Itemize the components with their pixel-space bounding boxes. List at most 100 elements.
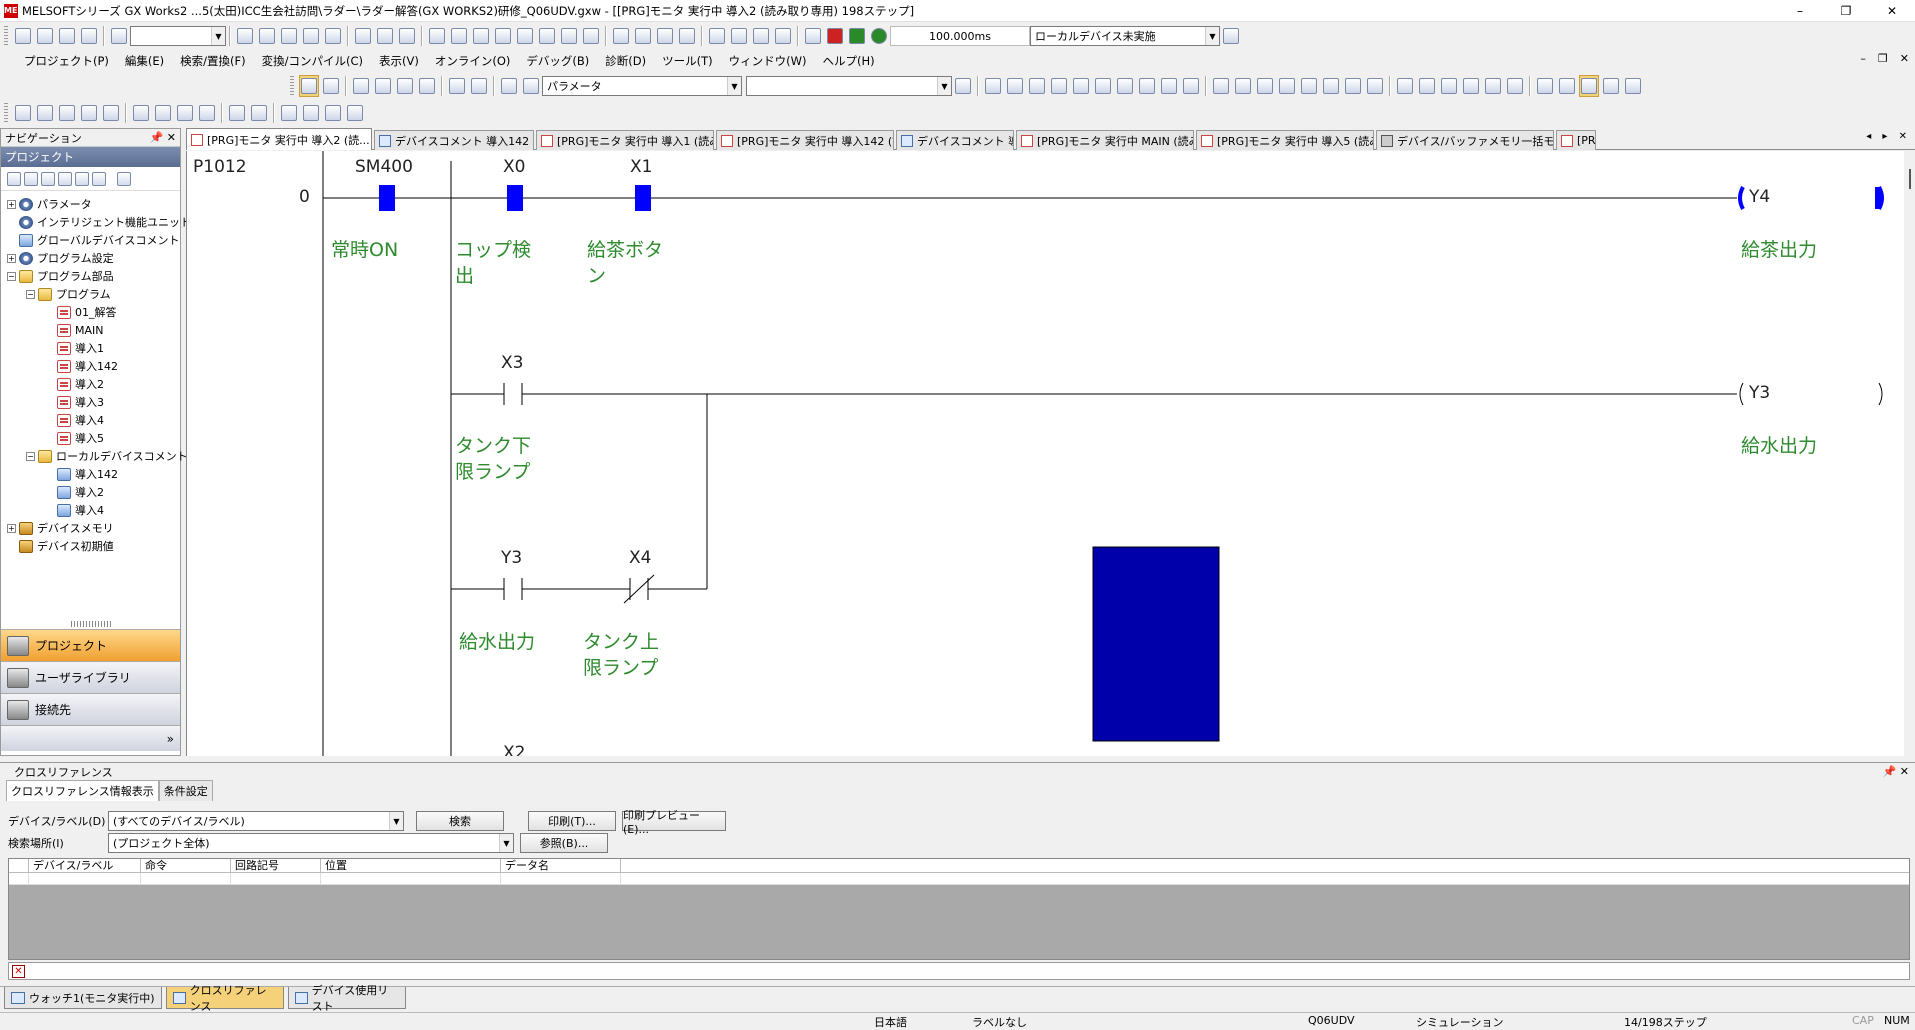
tree-item[interactable]: インテリジェント機能ユニット bbox=[7, 213, 191, 231]
column-instruction[interactable]: 命令 bbox=[141, 859, 231, 872]
tree-item[interactable]: 01_解答 bbox=[45, 303, 117, 321]
write-plc-button[interactable] bbox=[427, 25, 447, 47]
hline-f9-button[interactable] bbox=[1115, 75, 1135, 97]
end-button[interactable] bbox=[101, 102, 121, 124]
filter-icon[interactable] bbox=[117, 171, 131, 186]
mdi-minimize-button[interactable]: – bbox=[1860, 52, 1866, 65]
pin-icon[interactable]: 📌 ✕ bbox=[1883, 765, 1909, 778]
pin-icon[interactable]: 📌 ✕ bbox=[150, 131, 176, 144]
closed-contact-f6-button[interactable] bbox=[1027, 75, 1047, 97]
save-button[interactable] bbox=[57, 25, 77, 47]
delete-data-icon[interactable] bbox=[41, 171, 55, 186]
minimize-button[interactable]: – bbox=[1777, 0, 1823, 22]
tree-item[interactable]: + パラメータ bbox=[7, 195, 92, 213]
compile-button[interactable] bbox=[353, 25, 373, 47]
falling-pulse-button[interactable] bbox=[1233, 75, 1253, 97]
collapse-icon[interactable]: − bbox=[26, 289, 35, 299]
info-icon[interactable] bbox=[75, 171, 89, 186]
tree-item[interactable]: 導入3 bbox=[45, 393, 104, 411]
tree-item[interactable]: 導入1 bbox=[45, 339, 104, 357]
operation-result-falling-button[interactable] bbox=[1417, 75, 1437, 97]
parallel-closed-sf6-button[interactable] bbox=[1049, 75, 1069, 97]
binoculars-button[interactable] bbox=[521, 75, 541, 97]
toolbar-grip[interactable] bbox=[290, 76, 294, 96]
parallel-rising-button[interactable] bbox=[1255, 75, 1275, 97]
param-combo[interactable]: パラメータ ▼ bbox=[542, 76, 742, 96]
open-file-button[interactable] bbox=[35, 25, 55, 47]
device-label-combo[interactable]: (すべてのデバイス/ラベル) ▼ bbox=[108, 811, 404, 831]
convert-all-button[interactable] bbox=[249, 102, 269, 124]
column-device-label[interactable]: デバイス/ラベル bbox=[29, 859, 141, 872]
statement-button[interactable] bbox=[1483, 75, 1503, 97]
tab-document[interactable]: [PRG]モニタ 実行中 導入2 (読...✕ bbox=[186, 128, 372, 150]
tab-crossref[interactable]: クロスリファレンス bbox=[166, 984, 284, 1013]
print-button[interactable] bbox=[79, 25, 99, 47]
zoom-button[interactable] bbox=[1623, 75, 1643, 97]
inline-comment-button[interactable] bbox=[1461, 75, 1481, 97]
maximize-button[interactable]: ❐ bbox=[1823, 0, 1869, 22]
menu-debug[interactable]: デバッグ(B) bbox=[518, 53, 597, 69]
expand-icon[interactable]: + bbox=[7, 523, 16, 533]
menu-help[interactable]: ヘルプ(H) bbox=[814, 53, 882, 69]
tab-device-list[interactable]: デバイス使用リスト bbox=[288, 984, 406, 1013]
simulator-button[interactable] bbox=[581, 25, 601, 47]
watch-button[interactable] bbox=[633, 25, 653, 47]
zoom-in-button[interactable] bbox=[707, 25, 727, 47]
connection-button[interactable] bbox=[1221, 25, 1241, 47]
run-button[interactable] bbox=[825, 25, 845, 47]
table-row[interactable] bbox=[9, 873, 1909, 885]
tab-document[interactable]: デバイス/バッファメモリ一括モニタ-1 (... bbox=[1376, 130, 1554, 150]
falling-closed-button[interactable] bbox=[1321, 75, 1341, 97]
copy-button[interactable] bbox=[257, 25, 277, 47]
delete-column-button[interactable] bbox=[79, 102, 99, 124]
tab-condition-settings[interactable]: 条件設定 bbox=[158, 780, 213, 801]
search-button[interactable]: 検索 bbox=[416, 811, 504, 831]
toolbar-grip[interactable] bbox=[4, 103, 8, 123]
tab-document[interactable]: デバイスコメント 導入4 bbox=[896, 130, 1014, 150]
tree-item[interactable]: デバイス初期値 bbox=[7, 537, 114, 555]
tab-close-icon[interactable]: ✕ bbox=[370, 134, 371, 145]
find-device-button[interactable] bbox=[447, 75, 467, 97]
operation-result-rising-button[interactable] bbox=[1395, 75, 1415, 97]
menu-find-replace[interactable]: 検索/置換(F) bbox=[172, 53, 253, 69]
paste-button[interactable] bbox=[279, 25, 299, 47]
register-button[interactable] bbox=[279, 102, 299, 124]
undo-button[interactable] bbox=[301, 25, 321, 47]
tree-item[interactable]: MAIN bbox=[45, 321, 104, 339]
rebuild-button[interactable] bbox=[397, 25, 417, 47]
delete-vline-button[interactable] bbox=[1181, 75, 1201, 97]
mdi-close-button[interactable]: ✕ bbox=[1900, 52, 1909, 65]
new-data-icon[interactable] bbox=[7, 171, 21, 186]
page-button[interactable] bbox=[953, 75, 973, 97]
label-display-button[interactable] bbox=[417, 75, 437, 97]
find-instruction-button[interactable] bbox=[469, 75, 489, 97]
menu-view[interactable]: 表示(V) bbox=[371, 53, 427, 69]
project-view-button[interactable] bbox=[299, 75, 319, 97]
write-mode-button[interactable] bbox=[1557, 75, 1577, 97]
open-contact-f5-button[interactable] bbox=[983, 75, 1003, 97]
column-circuit-symbol[interactable]: 回路記号 bbox=[231, 859, 321, 872]
bookmark-set-button[interactable] bbox=[131, 102, 151, 124]
verify-plc-button[interactable] bbox=[471, 25, 491, 47]
toolbar-grip[interactable] bbox=[4, 26, 8, 46]
expand-icon[interactable]: + bbox=[7, 199, 16, 209]
second-combo[interactable]: ▼ bbox=[746, 76, 952, 96]
device-test-button[interactable] bbox=[655, 25, 675, 47]
tree-item[interactable]: + プログラム設定 bbox=[7, 249, 114, 267]
tab-document[interactable]: [PRG]モニタ 実行中 導入5 (読み取... bbox=[1196, 130, 1374, 150]
tree-item[interactable]: グローバルデバイスコメント bbox=[7, 231, 180, 249]
location-combo[interactable]: (プロジェクト全体) ▼ bbox=[108, 833, 514, 853]
export-button[interactable] bbox=[345, 102, 365, 124]
property-button[interactable] bbox=[321, 75, 341, 97]
nav-user-library-button[interactable]: ユーザライブラリ bbox=[1, 661, 180, 693]
tab-document[interactable]: [PRG]モニタ 実行中 MAIN (読み取... bbox=[1016, 130, 1194, 150]
tree-item[interactable]: − プログラム bbox=[26, 285, 111, 303]
splitter-grip[interactable] bbox=[70, 621, 111, 627]
stop-button[interactable] bbox=[847, 25, 867, 47]
parallel-rising-closed-button[interactable] bbox=[1343, 75, 1363, 97]
help-search-combo[interactable]: ▼ bbox=[130, 26, 226, 46]
comment-display-button[interactable] bbox=[395, 75, 415, 97]
tab-watch1[interactable]: ウォッチ1(モニタ実行中) bbox=[4, 987, 162, 1009]
instruction-f8-button[interactable] bbox=[1093, 75, 1113, 97]
tree-item[interactable]: − プログラム部品 bbox=[7, 267, 114, 285]
